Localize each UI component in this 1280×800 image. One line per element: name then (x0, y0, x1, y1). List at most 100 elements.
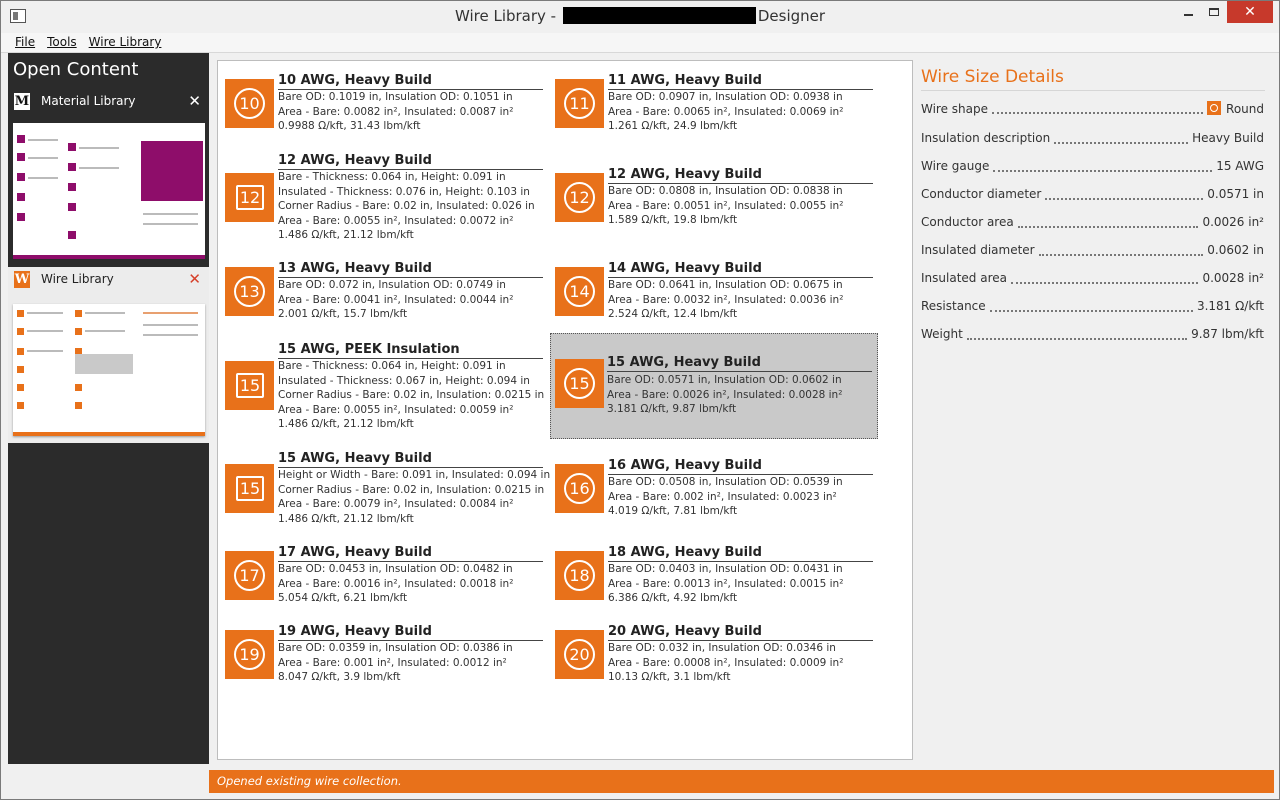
thumb-line (27, 312, 63, 314)
wire-card[interactable]: 13 13 AWG, Heavy Build Bare OD: 0.072 in… (223, 261, 551, 321)
wire-detail-line: Bare OD: 0.0571 in, Insulation OD: 0.060… (607, 374, 842, 386)
thumb-line (85, 330, 125, 332)
dot-leader (966, 331, 1188, 340)
wire-card-selected[interactable]: 15 15 AWG, Heavy Build Bare OD: 0.0571 i… (550, 333, 878, 439)
thumb-mark (17, 384, 24, 391)
detail-label: Insulated diameter (921, 243, 1035, 257)
detail-value: 0.0026 in² (1202, 215, 1264, 229)
round-wire-icon: 16 (564, 473, 595, 504)
wire-card[interactable]: 15 15 AWG, PEEK Insulation Bare - Thickn… (223, 342, 551, 434)
material-library-thumbnail[interactable] (13, 123, 205, 259)
wire-detail-line: Area - Bare: 0.0055 in², Insulated: 0.00… (278, 404, 514, 416)
maximize-button[interactable] (1201, 1, 1227, 23)
detail-value: 3.181 Ω/kft (1196, 299, 1264, 313)
document-material-library[interactable]: M Material Library ✕ (8, 89, 209, 263)
thumb-mark (68, 163, 76, 171)
round-wire-icon: 10 (234, 88, 265, 119)
wire-detail-line: 4.019 Ω/kft, 7.81 lbm/kft (608, 505, 738, 517)
thumb-mark (17, 213, 25, 221)
wire-library-thumbnail[interactable] (13, 304, 205, 436)
status-bar: Opened existing wire collection. (209, 770, 1274, 793)
wire-card[interactable]: 20 20 AWG, Heavy Build Bare OD: 0.032 in… (553, 624, 881, 684)
wire-card[interactable]: 15 15 AWG, Heavy Build Height or Width -… (223, 451, 551, 529)
thumb-line (143, 312, 198, 314)
wire-badge: 20 (555, 630, 604, 679)
wire-detail-line: 0.9988 Ω/kft, 31.43 lbm/kft (278, 120, 421, 132)
close-document-button[interactable]: ✕ (188, 270, 201, 288)
wire-card[interactable]: 18 18 AWG, Heavy Build Bare OD: 0.0403 i… (553, 545, 881, 605)
wire-detail-line: 2.001 Ω/kft, 15.7 lbm/kft (278, 308, 408, 320)
wire-name: 12 AWG, Heavy Build (278, 153, 543, 170)
close-document-button[interactable]: ✕ (188, 92, 201, 110)
detail-row-insulated-area: Insulated area 0.0028 in² (921, 271, 1264, 287)
status-message: Opened existing wire collection. (217, 774, 402, 788)
thumb-mark (17, 328, 24, 335)
wire-card[interactable]: 12 12 AWG, Heavy Build Bare OD: 0.0808 i… (553, 167, 881, 227)
wire-detail-line: Area - Bare: 0.0041 in², Insulated: 0.00… (278, 294, 514, 306)
menu-tools[interactable]: Tools (41, 33, 83, 52)
title-prefix: Wire Library - (454, 7, 561, 25)
wire-card[interactable]: 11 11 AWG, Heavy Build Bare OD: 0.0907 i… (553, 73, 881, 133)
wire-detail-line: Bare OD: 0.0641 in, Insulation OD: 0.067… (608, 279, 843, 291)
detail-row-conductor-area: Conductor area 0.0026 in² (921, 215, 1264, 231)
wire-detail-line: Area - Bare: 0.0008 in², Insulated: 0.00… (608, 657, 844, 669)
thumb-mark (75, 310, 82, 317)
wire-detail-line: Corner Radius - Bare: 0.02 in, Insulated… (278, 200, 535, 212)
wire-card[interactable]: 19 19 AWG, Heavy Build Bare OD: 0.0359 i… (223, 624, 551, 684)
menu-file[interactable]: File (9, 33, 41, 52)
material-library-icon: M (14, 93, 30, 110)
wire-badge: 15 (225, 464, 274, 513)
wire-detail-line: 3.181 Ω/kft, 9.87 lbm/kft (607, 403, 737, 415)
document-label: Wire Library (41, 272, 114, 286)
dot-leader (992, 105, 1204, 114)
details-title: Wire Size Details (921, 67, 1265, 91)
wire-detail-line: 1.486 Ω/kft, 21.12 lbm/kft (278, 418, 414, 430)
document-wire-library[interactable]: W Wire Library ✕ (8, 267, 209, 443)
document-header: W Wire Library ✕ (8, 267, 209, 291)
wire-badge: 19 (225, 630, 274, 679)
detail-value: 9.87 lbm/kft (1191, 327, 1264, 341)
title-bar[interactable]: Wire Library - Designer ✕ (1, 1, 1279, 33)
wire-detail-line: Area - Bare: 0.0082 in², Insulated: 0.00… (278, 106, 514, 118)
thumb-mark (68, 231, 76, 239)
thumb-bar (13, 255, 205, 259)
wire-name: 16 AWG, Heavy Build (608, 458, 873, 475)
wire-name: 17 AWG, Heavy Build (278, 545, 543, 562)
wire-detail-line: Bare OD: 0.0359 in, Insulation OD: 0.038… (278, 642, 513, 654)
wire-card[interactable]: 14 14 AWG, Heavy Build Bare OD: 0.0641 i… (553, 261, 881, 321)
wire-name: 12 AWG, Heavy Build (608, 167, 873, 184)
wire-detail-line: Bare OD: 0.032 in, Insulation OD: 0.0346… (608, 642, 836, 654)
wire-detail-line: Area - Bare: 0.001 in², Insulated: 0.001… (278, 657, 507, 669)
thumb-line (143, 334, 198, 336)
round-wire-icon: 19 (234, 639, 265, 670)
detail-value-text: Round (1226, 102, 1264, 116)
menu-wire-library-label: Wire Library (88, 35, 162, 49)
detail-label: Conductor diameter (921, 187, 1042, 201)
round-wire-icon: 20 (564, 639, 595, 670)
round-wire-icon: 13 (234, 276, 265, 307)
wire-detail-line: Bare - Thickness: 0.064 in, Height: 0.09… (278, 171, 506, 183)
close-icon: ✕ (1244, 4, 1256, 20)
wire-card[interactable]: 16 16 AWG, Heavy Build Bare OD: 0.0508 i… (553, 458, 881, 518)
rectangular-wire-icon: 15 (236, 373, 264, 398)
wire-name: 15 AWG, PEEK Insulation (278, 342, 543, 359)
wire-detail-line: 8.047 Ω/kft, 3.9 lbm/kft (278, 671, 401, 683)
wire-detail-line: Area - Bare: 0.0016 in², Insulated: 0.00… (278, 578, 514, 590)
wire-badge: 14 (555, 267, 604, 316)
wire-card[interactable]: 12 12 AWG, Heavy Build Bare - Thickness:… (223, 153, 551, 245)
detail-row-resistance: Resistance 3.181 Ω/kft (921, 299, 1264, 315)
wire-card[interactable]: 10 10 AWG, Heavy Build Bare OD: 0.1019 i… (223, 73, 551, 133)
thumb-line (143, 324, 198, 326)
wire-detail-line: Bare OD: 0.1019 in, Insulation OD: 0.105… (278, 91, 513, 103)
thumb-mark (17, 193, 25, 201)
thumb-mark (75, 384, 82, 391)
maximize-icon (1209, 8, 1219, 16)
minimize-button[interactable] (1175, 1, 1201, 23)
wire-card[interactable]: 17 17 AWG, Heavy Build Bare OD: 0.0453 i… (223, 545, 551, 605)
close-window-button[interactable]: ✕ (1227, 1, 1273, 23)
menu-bar: File Tools Wire Library (1, 33, 1279, 53)
wire-size-details-panel: Wire Size Details Wire shape Round Insula… (921, 67, 1265, 341)
menu-wire-library[interactable]: Wire Library (83, 33, 168, 52)
sidebar-title: Open Content (13, 59, 139, 80)
detail-label: Insulation description (921, 131, 1051, 145)
